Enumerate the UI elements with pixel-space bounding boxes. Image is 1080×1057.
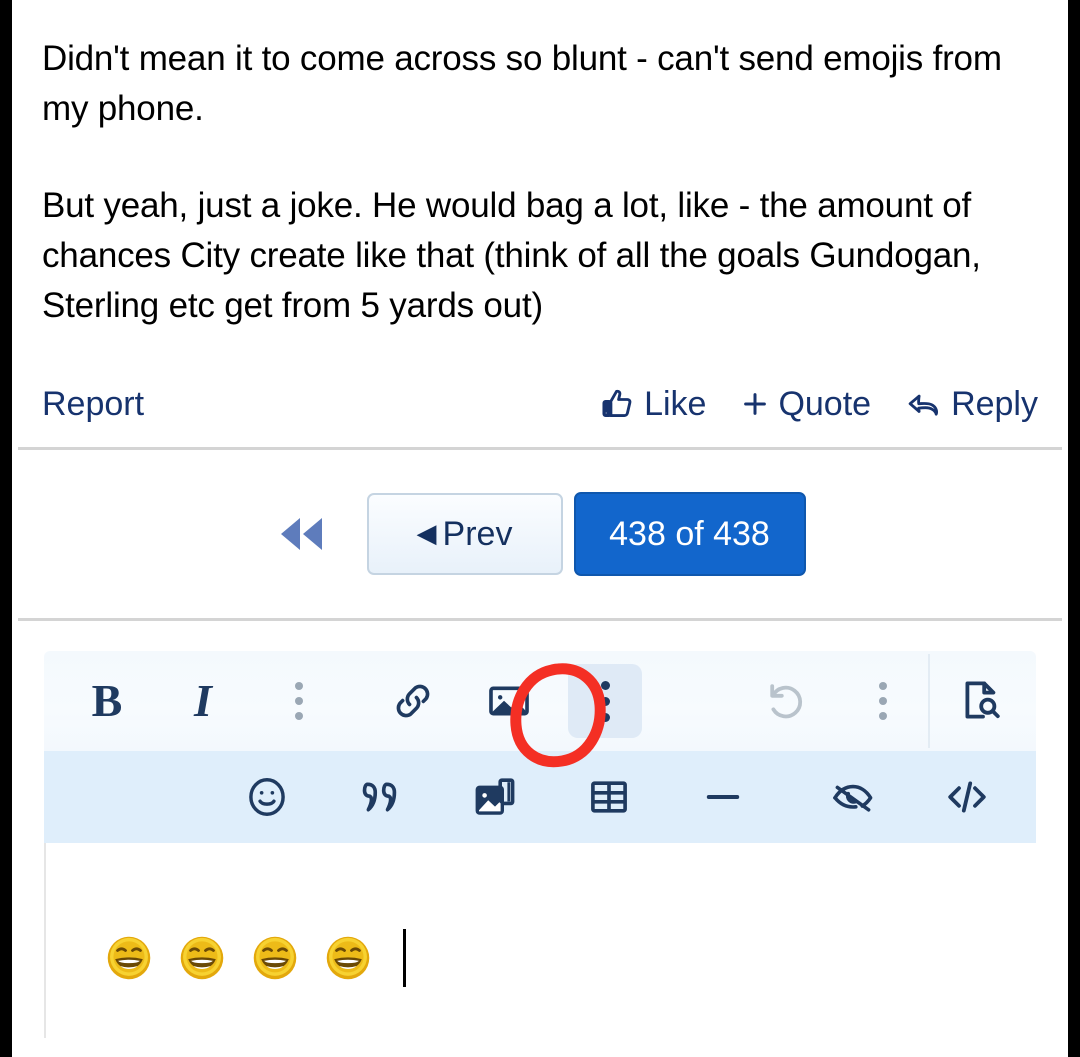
reply-arrow-icon [905, 387, 943, 421]
bold-label: B [91, 675, 123, 726]
code-icon [943, 773, 991, 821]
horizontal-rule-icon [700, 774, 746, 820]
screenshot-frame: Didn't mean it to come across so blunt -… [0, 0, 1080, 1057]
page-count-label: 438 of 438 [609, 514, 770, 553]
media-gallery-icon [471, 773, 519, 821]
table-icon [586, 774, 632, 820]
grinning-laughing-emoji [252, 935, 298, 981]
like-label: Like [644, 385, 707, 423]
like-button[interactable]: Like [600, 386, 706, 422]
post-actions-right: Like Quote Reply [600, 386, 1038, 422]
toolbar-row-secondary [44, 751, 1036, 843]
vertical-dots-icon [600, 680, 610, 722]
media-gallery-button[interactable] [458, 760, 532, 834]
reply-label: Reply [951, 385, 1038, 423]
grinning-laughing-emoji [179, 935, 225, 981]
quote-block-button[interactable] [344, 760, 418, 834]
page-content: Didn't mean it to come across so blunt -… [12, 0, 1068, 1057]
page-count-button[interactable]: 438 of 438 [573, 492, 806, 576]
spoiler-button[interactable] [816, 760, 890, 834]
insert-link-button[interactable] [376, 664, 450, 738]
report-label: Report [42, 385, 145, 423]
toolbar-separator [928, 654, 930, 748]
more-insert-options-button[interactable] [568, 664, 642, 738]
pagination-bar: ◀ Prev 438 of 438 [12, 450, 1068, 618]
reply-button[interactable]: Reply [905, 387, 1038, 421]
post-paragraph-1: Didn't mean it to come across so blunt -… [42, 39, 1002, 128]
divider-above-editor [18, 618, 1062, 621]
text-cursor [403, 929, 406, 987]
smiley-icon [244, 774, 290, 820]
italic-button[interactable]: I [166, 664, 240, 738]
insert-image-button[interactable] [472, 664, 546, 738]
prev-page-label: Prev [442, 514, 513, 553]
editor-toolbar: B I [44, 651, 1036, 843]
grinning-laughing-emoji [106, 935, 152, 981]
more-format-options-button[interactable] [262, 664, 336, 738]
eye-off-icon [829, 773, 877, 821]
insert-table-button[interactable] [572, 760, 646, 834]
thumbs-up-icon [600, 386, 636, 422]
post-message: Didn't mean it to come across so blunt -… [12, 0, 1068, 331]
image-icon [486, 678, 532, 724]
more-history-options-button[interactable] [846, 664, 920, 738]
compose-content [106, 929, 406, 987]
horizontal-rule-button[interactable] [686, 760, 760, 834]
vertical-dots-icon [295, 682, 303, 720]
post-paragraph-2: But yeah, just a joke. He would bag a lo… [42, 186, 981, 325]
report-link[interactable]: Report [42, 387, 144, 421]
reply-editor: B I [12, 651, 1068, 1038]
document-preview-icon [957, 677, 1005, 725]
reply-textarea[interactable] [44, 843, 1036, 1038]
prev-caret-icon: ◀ [416, 518, 437, 548]
quote-button[interactable]: Quote [740, 387, 871, 421]
italic-label: I [194, 675, 212, 726]
post-actions-bar: Report Like Quote Reply [12, 373, 1068, 435]
vertical-dots-icon [879, 682, 887, 720]
plus-icon [740, 389, 770, 419]
bold-button[interactable]: B [70, 664, 144, 738]
quote-label: Quote [778, 385, 872, 423]
undo-button[interactable] [750, 664, 824, 738]
rewind-double-left-icon[interactable] [275, 514, 329, 554]
link-icon [390, 678, 436, 724]
prev-page-button[interactable]: ◀ Prev [366, 493, 563, 575]
code-button[interactable] [930, 760, 1004, 834]
grinning-laughing-emoji [325, 935, 371, 981]
quotation-marks-icon [358, 774, 404, 820]
emoji-button[interactable] [230, 760, 304, 834]
preview-button[interactable] [944, 664, 1018, 738]
undo-icon [763, 677, 811, 725]
toolbar-row-primary: B I [44, 651, 1036, 768]
